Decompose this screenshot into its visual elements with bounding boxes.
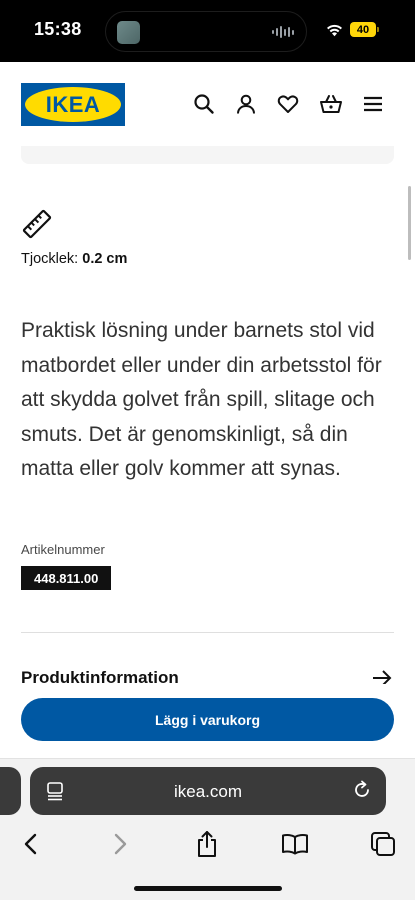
thickness-label: Tjocklek: — [21, 251, 79, 267]
audio-waveform-icon — [272, 25, 294, 39]
forward-button[interactable] — [100, 827, 140, 861]
tabs-icon — [371, 832, 395, 856]
browser-chrome: ikea.com — [0, 758, 415, 900]
battery-cap — [377, 27, 379, 32]
back-button[interactable] — [11, 827, 51, 861]
wifi-icon — [327, 24, 342, 37]
bookmarks-icon — [282, 834, 308, 855]
section-divider — [21, 632, 394, 633]
home-indicator[interactable] — [134, 886, 282, 891]
ikea-logo-oval: IKEA — [25, 87, 121, 122]
site-header: IKEA — [0, 62, 415, 146]
scrollbar[interactable] — [408, 186, 411, 260]
product-information-label: Produktinformation — [21, 668, 179, 684]
menu-icon[interactable] — [362, 93, 384, 115]
article-number-label: Artikelnummer — [21, 542, 105, 557]
back-icon — [24, 833, 37, 855]
product-information-row[interactable]: Produktinformation — [21, 668, 394, 684]
arrow-right-icon — [373, 670, 392, 684]
product-description: Praktisk lösning under barnets stol vid … — [21, 319, 382, 480]
ikea-logo[interactable]: IKEA — [21, 83, 125, 126]
browser-toolbar — [0, 827, 415, 867]
reload-icon[interactable] — [352, 780, 372, 800]
share-icon — [198, 831, 216, 857]
forward-icon — [114, 833, 127, 855]
status-time: 15:38 — [34, 19, 82, 39]
now-playing-artwork — [117, 21, 140, 44]
thickness-spec: Tjocklek: 0.2 cm — [21, 251, 127, 267]
search-icon[interactable] — [193, 93, 215, 115]
heart-icon[interactable] — [277, 93, 299, 115]
account-icon[interactable] — [235, 93, 257, 115]
tabs-button[interactable] — [363, 827, 403, 861]
status-bar: 15:38 40 — [0, 0, 415, 62]
ikea-logo-text: IKEA — [45, 91, 101, 117]
previous-tab-peek[interactable] — [0, 767, 21, 815]
address-bar[interactable]: ikea.com — [30, 767, 386, 815]
article-number-badge: 448.811.00 — [21, 566, 112, 590]
bookmarks-button[interactable] — [275, 827, 315, 861]
share-button[interactable] — [187, 827, 227, 861]
ruler-icon — [22, 209, 52, 239]
thickness-value: 0.2 cm — [82, 251, 128, 267]
dynamic-island[interactable] — [105, 11, 307, 52]
battery-icon: 40 — [350, 22, 376, 37]
basket-icon[interactable] — [319, 93, 343, 115]
url-text: ikea.com — [173, 782, 243, 801]
previous-card-bottom — [21, 146, 394, 164]
add-to-cart-button[interactable]: Lägg i varukorg — [21, 698, 394, 741]
